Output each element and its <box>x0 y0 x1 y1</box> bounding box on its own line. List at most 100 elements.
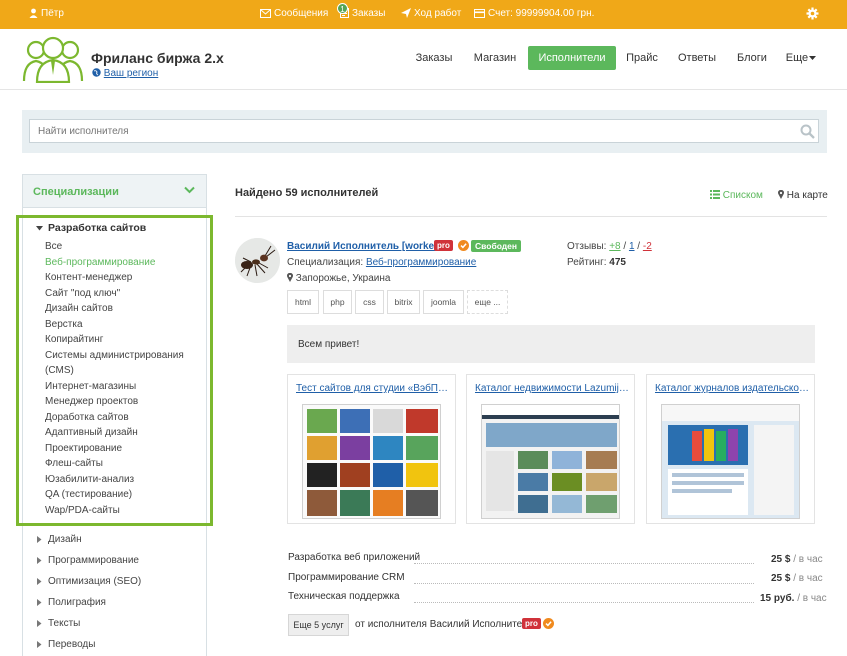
reviews-positive-link[interactable]: +8 <box>609 241 620 252</box>
sidebar-header[interactable]: Специализации <box>23 175 206 208</box>
view-list-toggle[interactable]: Списком <box>710 190 763 201</box>
card-icon <box>474 9 485 18</box>
service-price-value: 25 $ <box>771 554 791 565</box>
category-design[interactable]: Дизайн <box>48 534 82 545</box>
service-name[interactable]: Разработка веб приложений <box>288 552 420 563</box>
workflow-link[interactable]: Ход работ <box>401 8 461 19</box>
user-icon <box>29 8 38 18</box>
chevron-down-icon[interactable] <box>184 186 195 194</box>
service-name[interactable]: Техническая поддержка <box>288 591 400 602</box>
category-translations[interactable]: Переводы <box>48 639 95 650</box>
portfolio-card[interactable]: Каталог недвижимости Lazumijbe... <box>466 374 635 524</box>
sidebar-group-web-dev[interactable]: Разработка сайтов <box>48 222 146 234</box>
list-icon <box>710 190 720 199</box>
portfolio-card[interactable]: Каталог журналов издательского... <box>646 374 815 524</box>
more-tags-button[interactable]: еще ... <box>467 290 508 314</box>
subitem-site-improvement[interactable]: Доработка сайтов <box>45 412 129 423</box>
rating-label: Рейтинг: <box>567 257 607 268</box>
view-map-toggle[interactable]: На карте <box>778 189 828 201</box>
nav-shop[interactable]: Магазин <box>468 46 522 70</box>
subitem-content-manager[interactable]: Контент-менеджер <box>45 272 132 283</box>
caret-right-icon <box>37 536 42 543</box>
more-services-button[interactable]: Еще 5 услуг <box>288 614 349 636</box>
service-price: 15 руб. / в час <box>760 593 827 604</box>
subitem-adaptive-design[interactable]: Адаптивный дизайн <box>45 427 138 438</box>
verified-check-icon <box>458 240 469 251</box>
category-seo[interactable]: Оптимизация (SEO) <box>48 576 141 587</box>
service-name[interactable]: Программирование CRM <box>288 572 405 583</box>
globe-icon <box>92 68 101 77</box>
user-menu[interactable]: Пётр <box>29 8 64 19</box>
service-price-unit: / в час <box>797 593 827 604</box>
category-printing[interactable]: Полиграфия <box>48 597 106 608</box>
portfolio-thumbnail[interactable] <box>302 404 441 519</box>
subitem-copywriting[interactable]: Копирайтинг <box>45 334 103 345</box>
portfolio-thumbnail[interactable] <box>661 404 800 519</box>
subitem-markup[interactable]: Верстка <box>45 319 83 330</box>
top-bar: Пётр Сообщения Заказы 1 Ход работ Счет: … <box>0 0 847 29</box>
skill-tag[interactable]: css <box>355 290 384 314</box>
spec-label: Специализация: <box>287 257 364 268</box>
avatar[interactable] <box>235 238 280 283</box>
subitem-project-manager[interactable]: Менеджер проектов <box>45 396 138 407</box>
category-texts[interactable]: Тексты <box>48 618 80 629</box>
magazine-site-image-icon <box>662 405 799 518</box>
skill-tag[interactable]: joomla <box>423 290 464 314</box>
nav-orders[interactable]: Заказы <box>410 46 458 70</box>
service-price-unit: / в час <box>793 573 823 584</box>
subitem-cms[interactable]: Системы администрирования <box>45 350 184 361</box>
subitem-prototyping[interactable]: Проектирование <box>45 443 122 454</box>
location: Запорожье, Украина <box>287 272 390 284</box>
category-programming[interactable]: Программирование <box>48 555 139 566</box>
nav-more[interactable]: Еще <box>783 46 819 70</box>
settings-button[interactable] <box>806 7 822 21</box>
caret-right-icon <box>37 599 42 606</box>
subitem-all[interactable]: Все <box>45 241 62 252</box>
status-badge: Свободен <box>471 240 522 252</box>
region-selector[interactable]: Ваш регион <box>92 68 158 79</box>
nav-price[interactable]: Прайс <box>622 46 662 70</box>
map-marker-icon <box>778 189 784 199</box>
messages-link[interactable]: Сообщения <box>260 8 328 19</box>
portfolio-title-link[interactable]: Тест сайтов для студии «ВэбПре... <box>296 383 451 394</box>
spec-link[interactable]: Веб-программирование <box>366 257 476 268</box>
portfolio-thumbnail[interactable] <box>481 404 620 519</box>
subitem-online-stores[interactable]: Интернет-магазины <box>45 381 136 392</box>
website-grid-image-icon <box>303 405 440 518</box>
service-price-value: 15 руб. <box>760 593 795 604</box>
service-price-unit: / в час <box>793 554 823 565</box>
subitem-cms-continued[interactable]: (CMS) <box>45 365 74 376</box>
subitem-turnkey-site[interactable]: Сайт "под ключ" <box>45 288 120 299</box>
skill-tag[interactable]: php <box>323 290 352 314</box>
subitem-flash-sites[interactable]: Флеш-сайты <box>45 458 103 469</box>
search-icon[interactable] <box>800 124 815 142</box>
user-name: Пётр <box>41 8 64 19</box>
portfolio-title-link[interactable]: Каталог недвижимости Lazumijbe... <box>475 383 630 394</box>
subitem-wap-pda[interactable]: Wap/PDA-сайты <box>45 505 120 516</box>
skill-tag[interactable]: bitrix <box>387 290 420 314</box>
account-link[interactable]: Счет: 99999904.00 грн. <box>474 8 594 19</box>
subitem-qa[interactable]: QA (тестирование) <box>45 489 132 500</box>
specialization: Специализация: Веб-программирование <box>287 257 476 268</box>
service-leader-line <box>414 563 754 564</box>
nav-answers[interactable]: Ответы <box>672 46 722 70</box>
skill-tag[interactable]: html <box>287 290 319 314</box>
reviews-negative-link[interactable]: -2 <box>643 241 652 252</box>
portfolio-card[interactable]: Тест сайтов для студии «ВэбПре... <box>287 374 456 524</box>
brand-name[interactable]: Фриланс биржа 2.x <box>91 50 224 66</box>
freelancer-name-link[interactable]: Василий Исполнитель [worker1] <box>287 241 447 252</box>
nav-blogs[interactable]: Блоги <box>732 46 772 70</box>
subitem-site-design[interactable]: Дизайн сайтов <box>45 303 113 314</box>
logo-icon[interactable] <box>22 35 84 86</box>
envelope-icon <box>260 9 271 18</box>
region-link[interactable]: Ваш регион <box>104 68 158 79</box>
caret-down-icon <box>36 226 43 231</box>
subitem-usability[interactable]: Юзабилити-анализ <box>45 474 134 485</box>
reviews-neutral-link[interactable]: 1 <box>629 241 635 252</box>
subitem-web-programming[interactable]: Веб-программирование <box>45 257 155 268</box>
nav-freelancers[interactable]: Исполнители <box>528 46 616 70</box>
divider <box>235 216 827 217</box>
service-leader-line <box>414 602 754 603</box>
search-input[interactable] <box>29 119 819 143</box>
portfolio-title-link[interactable]: Каталог журналов издательского... <box>655 383 810 394</box>
